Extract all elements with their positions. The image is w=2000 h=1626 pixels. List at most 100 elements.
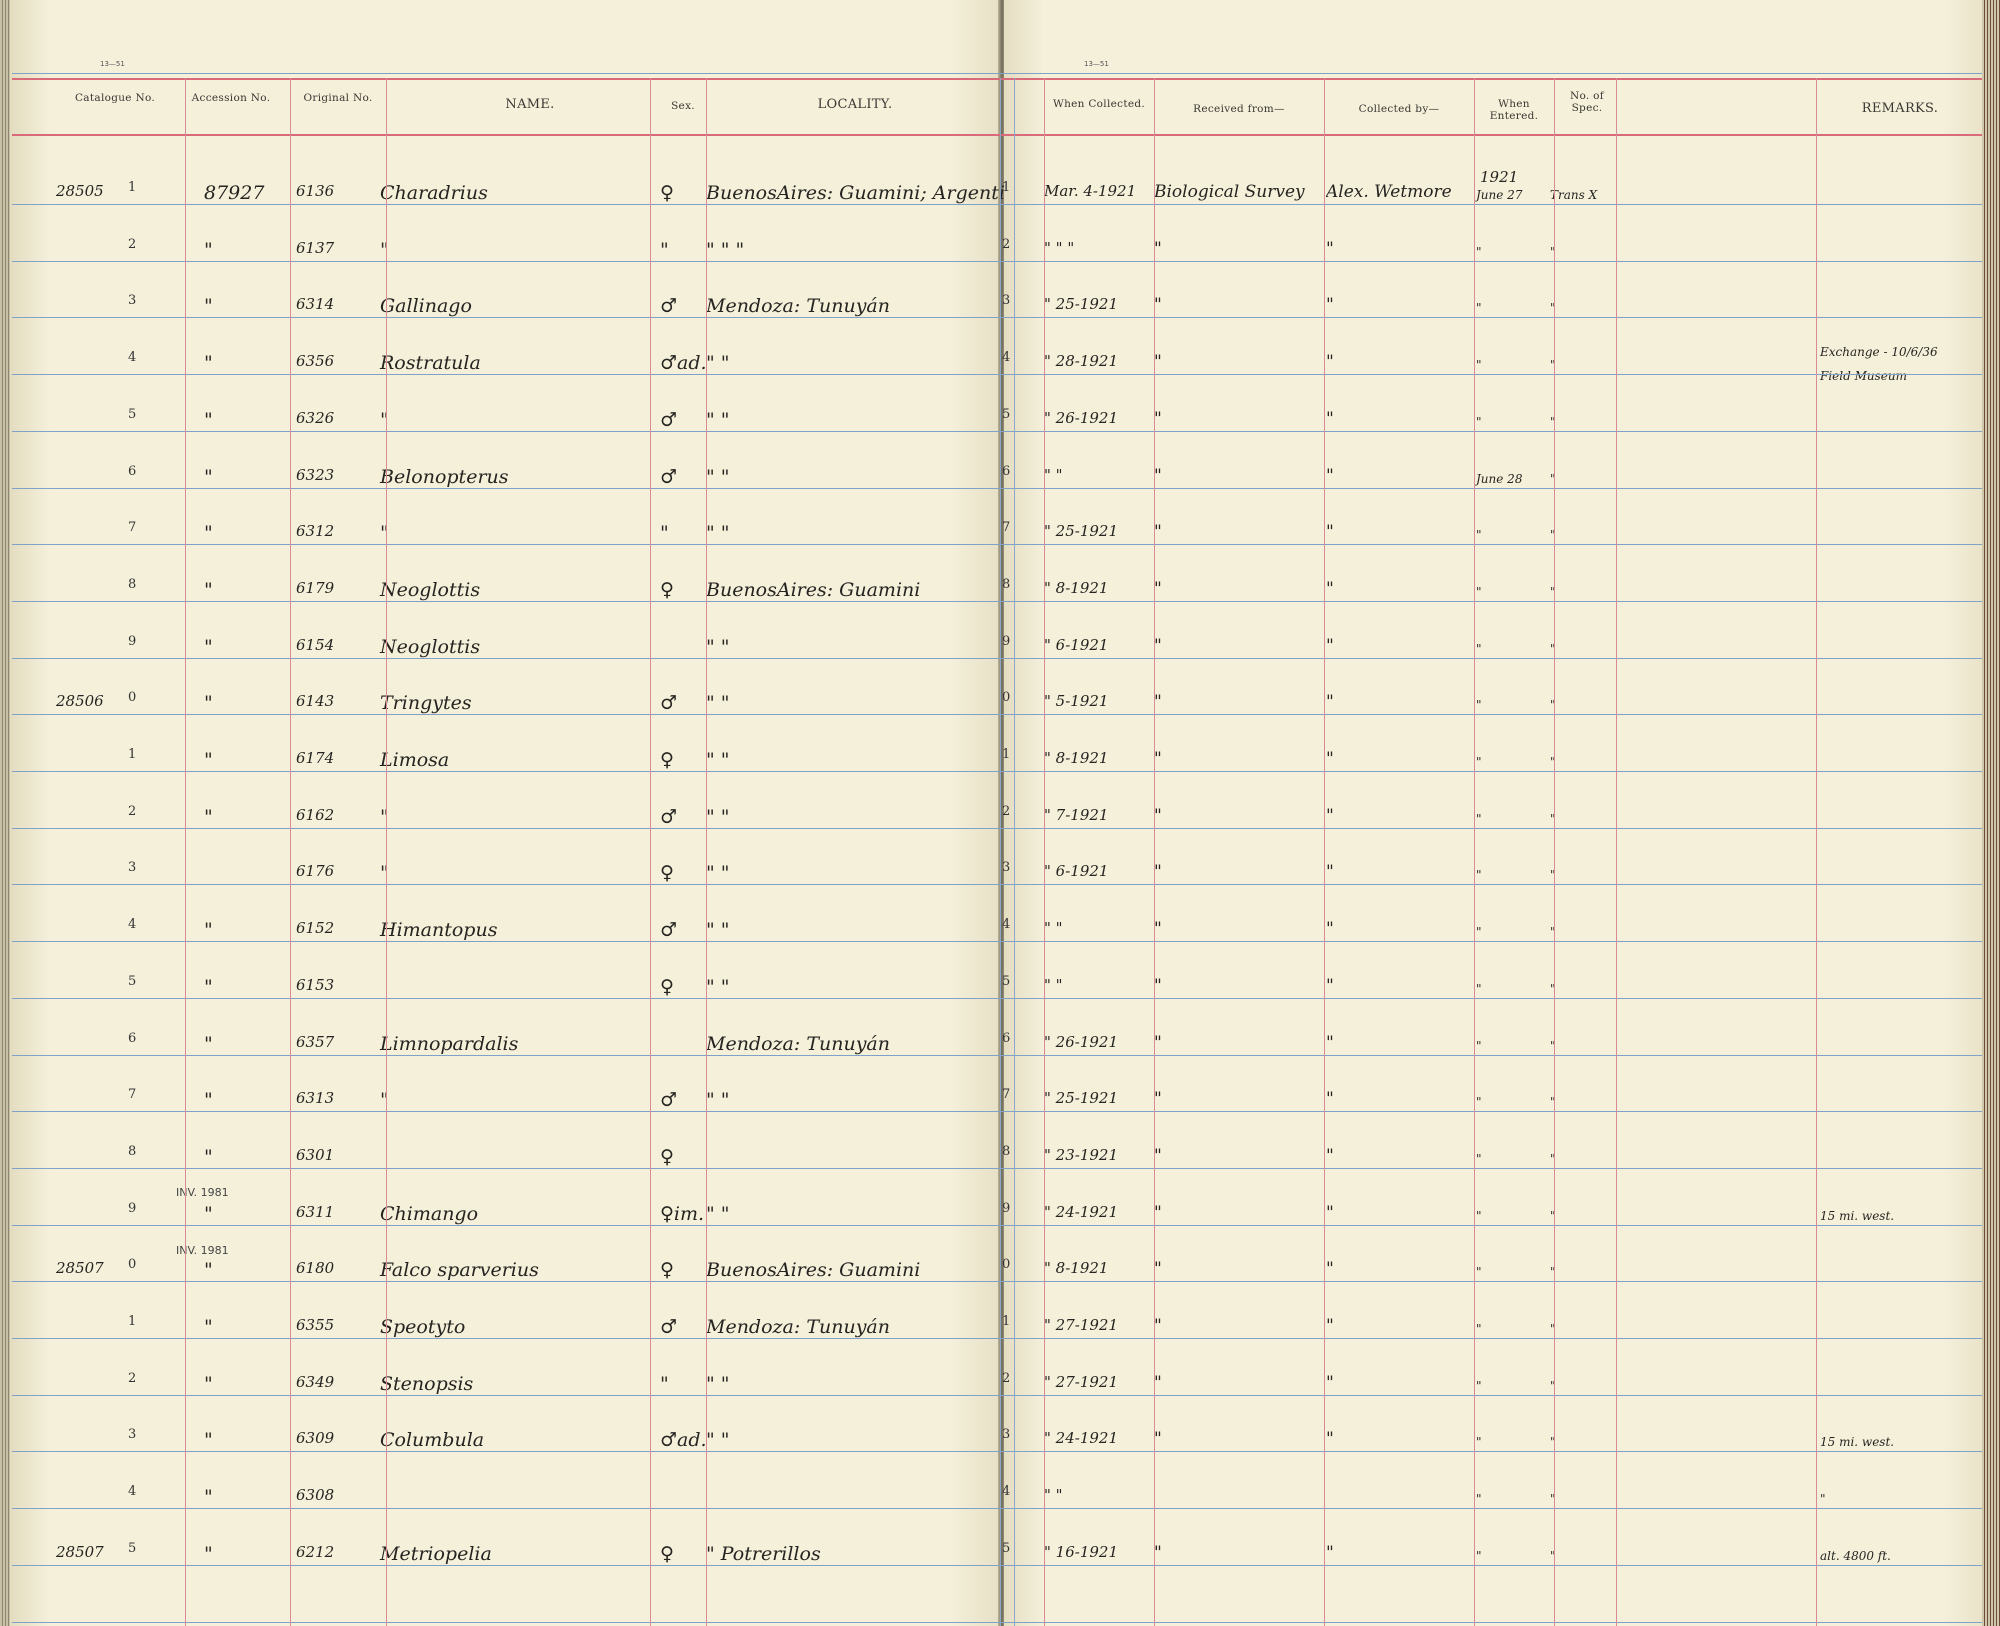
when-entered: ": [1476, 925, 1482, 939]
locality: " ": [706, 692, 730, 714]
remarks: 15 mi. west.: [1820, 1209, 1895, 1223]
received-from: ": [1154, 409, 1162, 429]
accession-number: ": [204, 1146, 213, 1168]
original-number: 6179: [296, 579, 335, 597]
original-number: 6137: [296, 239, 335, 257]
row-index: 2: [1002, 1371, 1011, 1386]
row-index: 3: [128, 293, 137, 308]
column-rule: [1554, 78, 1555, 1626]
accession-number: ": [204, 692, 213, 714]
when-entered: ": [1476, 1039, 1482, 1053]
original-number: 6212: [296, 1543, 335, 1561]
specimen-name: Falco sparverius: [380, 1259, 539, 1281]
locality: " ": [706, 806, 730, 828]
specimen-sex: ♂: [660, 295, 678, 317]
header-catalogue-no: Catalogue No.: [74, 92, 156, 104]
row-index: 6: [128, 464, 137, 479]
original-number: 6176: [296, 862, 335, 880]
locality: BuenosAires: Guamini: [706, 1259, 921, 1281]
accession-number: ": [204, 1033, 213, 1055]
row-index: 5: [1002, 974, 1011, 989]
locality: " " ": [706, 239, 745, 261]
row-index: 8: [128, 1144, 137, 1159]
specimen-sex: ♀: [660, 579, 674, 601]
original-number: 6180: [296, 1259, 335, 1277]
specimen-name: ": [380, 522, 389, 544]
row-index: 2: [128, 804, 137, 819]
when-collected: Mar. 4-1921: [1044, 182, 1137, 200]
accession-number: ": [204, 1089, 213, 1111]
original-number: 6162: [296, 806, 335, 824]
when-entered: ": [1476, 1322, 1482, 1336]
row-index: 4: [128, 1484, 137, 1499]
locality: " ": [706, 749, 730, 771]
when-entered: ": [1476, 1152, 1482, 1166]
when-collected: " ": [1044, 1486, 1063, 1504]
specimen-name: Columbula: [380, 1429, 485, 1451]
received-from: ": [1154, 976, 1162, 996]
when-entered: ": [1476, 642, 1482, 656]
specimen-sex: ": [660, 239, 669, 261]
specimen-name: ": [380, 409, 389, 431]
when-collected: " 23-1921: [1044, 1146, 1118, 1164]
row-rule: [12, 714, 1982, 715]
collected-by: ": [1326, 862, 1334, 882]
row-index: 2: [128, 1371, 137, 1386]
column-rule: [1816, 78, 1817, 1626]
specimen-name: Charadrius: [380, 182, 488, 204]
row-rule: [12, 317, 1982, 318]
left-page: [10, 0, 1002, 1626]
collected-by: ": [1326, 466, 1334, 486]
row-index: 1: [128, 747, 137, 762]
header-name: NAME.: [505, 97, 555, 112]
header-top-rule-blue: [12, 73, 1982, 74]
header-original-no: Original No.: [303, 92, 373, 104]
column-rule: [185, 78, 186, 1626]
specimen-sex: ♂: [660, 806, 678, 828]
header-no-of-spec: No. of Spec.: [1569, 90, 1604, 115]
specimen-name: Neoglottis: [380, 636, 481, 658]
row-rule: [12, 1451, 1982, 1452]
locality: " ": [706, 409, 730, 431]
year-entered: 1921: [1480, 168, 1519, 186]
specimen-name: Limosa: [380, 749, 450, 771]
header-top-rule: [12, 78, 1982, 80]
received-from: ": [1154, 522, 1162, 542]
when-collected: " 6-1921: [1044, 636, 1109, 654]
row-index: 9: [128, 1201, 137, 1216]
specimen-sex: ♀im.: [660, 1203, 705, 1225]
when-entered: ": [1476, 812, 1482, 826]
row-index: 0: [1002, 1257, 1011, 1272]
header-locality: LOCALITY.: [817, 97, 893, 112]
specimen-sex: ♀: [660, 1543, 674, 1565]
catalogue-number: 28505: [56, 182, 104, 200]
locality: " ": [706, 1203, 730, 1225]
specimen-name: Rostratula: [380, 352, 481, 374]
received-from: ": [1154, 692, 1162, 712]
column-rule: [1000, 78, 1001, 1626]
row-rule: [12, 1225, 1982, 1226]
locality: BuenosAires: Guamini; Argentina: [706, 182, 1006, 204]
original-number: 6309: [296, 1429, 335, 1447]
original-number: 6301: [296, 1146, 335, 1164]
header-when-entered: When Entered.: [1489, 98, 1539, 123]
right-page: [1004, 0, 1984, 1626]
row-index: 9: [1002, 1201, 1011, 1216]
row-index: 4: [128, 917, 137, 932]
row-index: 0: [128, 690, 137, 705]
row-index: 7: [128, 520, 137, 535]
row-index: 5: [128, 1541, 137, 1556]
original-number: 6323: [296, 466, 335, 484]
row-index: 8: [1002, 1144, 1011, 1159]
original-number: 6152: [296, 919, 335, 937]
locality: " ": [706, 919, 730, 941]
row-index: 4: [1002, 350, 1011, 365]
column-rule: [1044, 78, 1045, 1626]
locality: " ": [706, 352, 730, 374]
remarks: ": [1820, 1492, 1826, 1506]
specimen-name: ": [380, 1089, 389, 1111]
received-from: ": [1154, 1429, 1162, 1449]
row-rule: [12, 1281, 1982, 1282]
row-index: 5: [128, 974, 137, 989]
accession-number: ": [204, 636, 213, 658]
